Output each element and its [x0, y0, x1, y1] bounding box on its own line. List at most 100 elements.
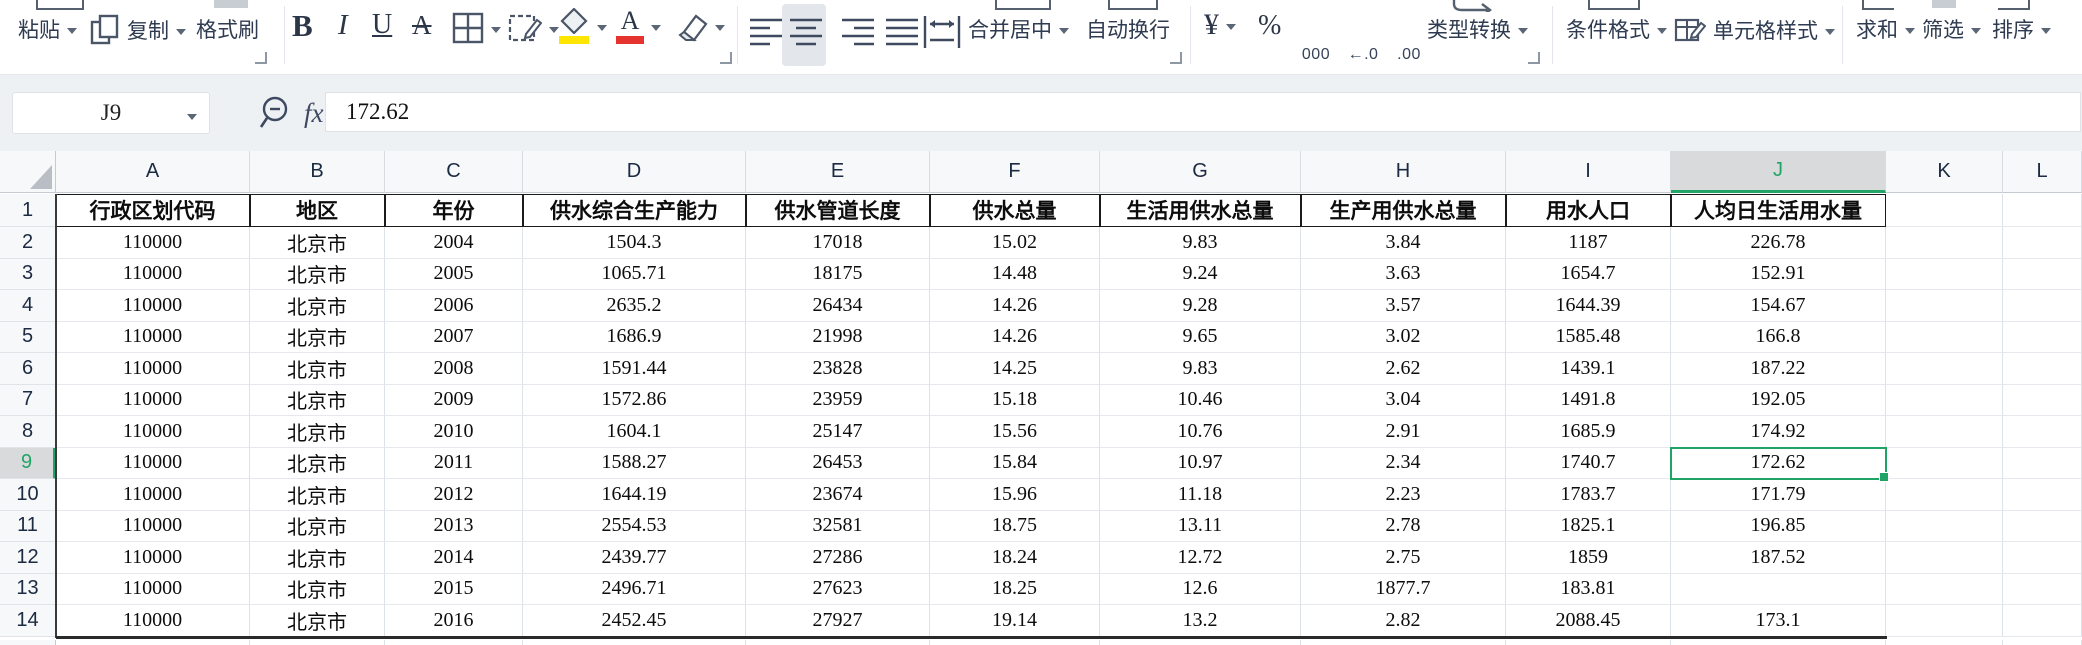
cell-I3[interactable]: 1654.7 — [1506, 258, 1671, 290]
cell-D12[interactable]: 2439.77 — [523, 542, 746, 574]
font-dialog-launcher[interactable] — [720, 52, 732, 64]
cell-D8[interactable]: 1604.1 — [523, 416, 746, 448]
sum-button[interactable]: 求和 — [1856, 14, 1915, 44]
cell-I9[interactable]: 1740.7 — [1506, 447, 1671, 479]
cell-J6[interactable]: 187.22 — [1671, 353, 1886, 385]
header-cell-H1[interactable]: 生产用供水总量 — [1301, 194, 1506, 227]
font-color-button[interactable]: A — [616, 8, 661, 44]
header-cell-I1[interactable]: 用水人口 — [1506, 194, 1671, 227]
cell-B12[interactable]: 北京市 — [250, 542, 385, 574]
fill-color-button[interactable] — [558, 8, 607, 44]
cell-G5[interactable]: 9.65 — [1100, 321, 1301, 353]
cell-K9[interactable] — [1886, 447, 2003, 479]
cell-row15[interactable] — [1671, 639, 1886, 645]
cell-I14[interactable]: 2088.45 — [1506, 605, 1671, 637]
cell-row15[interactable] — [56, 639, 250, 645]
cell-C2[interactable]: 2004 — [385, 227, 523, 259]
fill-handle[interactable] — [1879, 472, 1889, 482]
cell-K8[interactable] — [1886, 416, 2003, 448]
cell-G12[interactable]: 12.72 — [1100, 542, 1301, 574]
cell-E6[interactable]: 23828 — [746, 353, 930, 385]
cell-F14[interactable]: 19.14 — [930, 605, 1100, 637]
thousands-separator-button[interactable]: 000 , — [1294, 12, 1338, 74]
cell-E12[interactable]: 27286 — [746, 542, 930, 574]
percent-format-button[interactable]: % — [1258, 10, 1281, 42]
cell-G2[interactable]: 9.83 — [1100, 227, 1301, 259]
header-cell-E1[interactable]: 供水管道长度 — [746, 194, 930, 227]
cell-row15[interactable] — [1886, 639, 2003, 645]
fx-icon[interactable]: fx — [304, 98, 324, 129]
cell-L3[interactable] — [2003, 258, 2082, 290]
cell-B2[interactable]: 北京市 — [250, 227, 385, 259]
column-header-L[interactable]: L — [2003, 151, 2082, 193]
cell-C7[interactable]: 2009 — [385, 384, 523, 416]
copy-button[interactable]: 复制 — [90, 14, 186, 46]
cell-F8[interactable]: 15.56 — [930, 416, 1100, 448]
cell-D3[interactable]: 1065.71 — [523, 258, 746, 290]
cell-H14[interactable]: 2.82 — [1301, 605, 1506, 637]
column-header-C[interactable]: C — [385, 151, 523, 193]
cell-D2[interactable]: 1504.3 — [523, 227, 746, 259]
column-header-I[interactable]: I — [1506, 151, 1671, 193]
cell-E8[interactable]: 25147 — [746, 416, 930, 448]
cell-I2[interactable]: 1187 — [1506, 227, 1671, 259]
format-painter-button[interactable]: 格式刷 — [196, 14, 259, 44]
cell-D5[interactable]: 1686.9 — [523, 321, 746, 353]
cell-H2[interactable]: 3.84 — [1301, 227, 1506, 259]
cell-G14[interactable]: 13.2 — [1100, 605, 1301, 637]
cell-A4[interactable]: 110000 — [56, 290, 250, 322]
cell-C4[interactable]: 2006 — [385, 290, 523, 322]
search-formula-icon[interactable] — [258, 95, 292, 131]
bold-button[interactable]: B — [292, 8, 313, 44]
cell-J3[interactable]: 152.91 — [1671, 258, 1886, 290]
cell-B4[interactable]: 北京市 — [250, 290, 385, 322]
cell-F10[interactable]: 15.96 — [930, 479, 1100, 511]
cell-G3[interactable]: 9.24 — [1100, 258, 1301, 290]
cell-H9[interactable]: 2.34 — [1301, 447, 1506, 479]
cell-B10[interactable]: 北京市 — [250, 479, 385, 511]
row-header-1[interactable]: 1 — [0, 194, 56, 227]
column-header-J[interactable]: J — [1671, 151, 1886, 193]
name-box[interactable]: J9 — [12, 92, 210, 134]
header-cell-A1[interactable]: 行政区划代码 — [56, 194, 250, 227]
cell-L14[interactable] — [2003, 605, 2082, 637]
cell-K2[interactable] — [1886, 227, 2003, 259]
cell-I4[interactable]: 1644.39 — [1506, 290, 1671, 322]
filter-button[interactable]: 筛选 — [1922, 14, 1981, 44]
cell-H13[interactable]: 1877.7 — [1301, 573, 1506, 605]
cell-E13[interactable]: 27623 — [746, 573, 930, 605]
row-header-13[interactable]: 13 — [0, 573, 56, 605]
cell-A3[interactable]: 110000 — [56, 258, 250, 290]
cell-B14[interactable]: 北京市 — [250, 605, 385, 637]
cell-E2[interactable]: 17018 — [746, 227, 930, 259]
cell-K5[interactable] — [1886, 321, 2003, 353]
cell-F4[interactable]: 14.26 — [930, 290, 1100, 322]
cell-I6[interactable]: 1439.1 — [1506, 353, 1671, 385]
cell-E4[interactable]: 26434 — [746, 290, 930, 322]
cell-K13[interactable] — [1886, 573, 2003, 605]
cell-H12[interactable]: 2.75 — [1301, 542, 1506, 574]
cell-F12[interactable]: 18.24 — [930, 542, 1100, 574]
cell-B3[interactable]: 北京市 — [250, 258, 385, 290]
cell-C14[interactable]: 2016 — [385, 605, 523, 637]
cell-A9[interactable]: 110000 — [56, 447, 250, 479]
cell-F13[interactable]: 18.25 — [930, 573, 1100, 605]
cell-G8[interactable]: 10.76 — [1100, 416, 1301, 448]
column-header-B[interactable]: B — [250, 151, 385, 193]
cell-K12[interactable] — [1886, 542, 2003, 574]
row-header-10[interactable]: 10 — [0, 479, 56, 511]
header-cell-B1[interactable]: 地区 — [250, 194, 385, 227]
row-header-11[interactable]: 11 — [0, 510, 56, 542]
column-header-F[interactable]: F — [930, 151, 1100, 193]
row-header-15[interactable] — [0, 639, 56, 645]
cell-H6[interactable]: 2.62 — [1301, 353, 1506, 385]
cell-J13[interactable] — [1671, 573, 1886, 605]
row-header-14[interactable]: 14 — [0, 605, 56, 637]
cell-C13[interactable]: 2015 — [385, 573, 523, 605]
cell-D10[interactable]: 1644.19 — [523, 479, 746, 511]
cell-C5[interactable]: 2007 — [385, 321, 523, 353]
cell-G6[interactable]: 9.83 — [1100, 353, 1301, 385]
cell-L2[interactable] — [2003, 227, 2082, 259]
cell-H7[interactable]: 3.04 — [1301, 384, 1506, 416]
cell-G4[interactable]: 9.28 — [1100, 290, 1301, 322]
